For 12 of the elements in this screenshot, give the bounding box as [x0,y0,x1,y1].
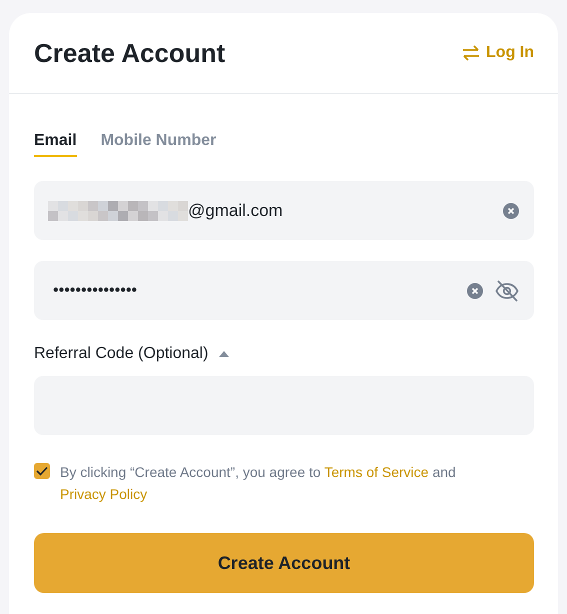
clear-icon[interactable] [503,202,519,218]
tab[interactable]: Email [34,132,77,157]
create-account-button[interactable]: Create Account [34,533,534,593]
swap-icon [462,45,480,61]
agreement-checkbox[interactable] [34,463,50,479]
email-field[interactable]: @gmail.com [34,181,534,240]
password-field[interactable]: ••••••••••••••• [34,261,534,320]
eye-slash-icon[interactable] [495,280,519,302]
referral-toggle[interactable]: Referral Code (Optional) [34,345,230,363]
agreement-text: By clicking “Create Account”, you agree to Terms of Service and Privacy Policy [60,463,457,504]
clear-icon[interactable] [467,282,483,298]
page-title: Create Account [34,38,226,68]
